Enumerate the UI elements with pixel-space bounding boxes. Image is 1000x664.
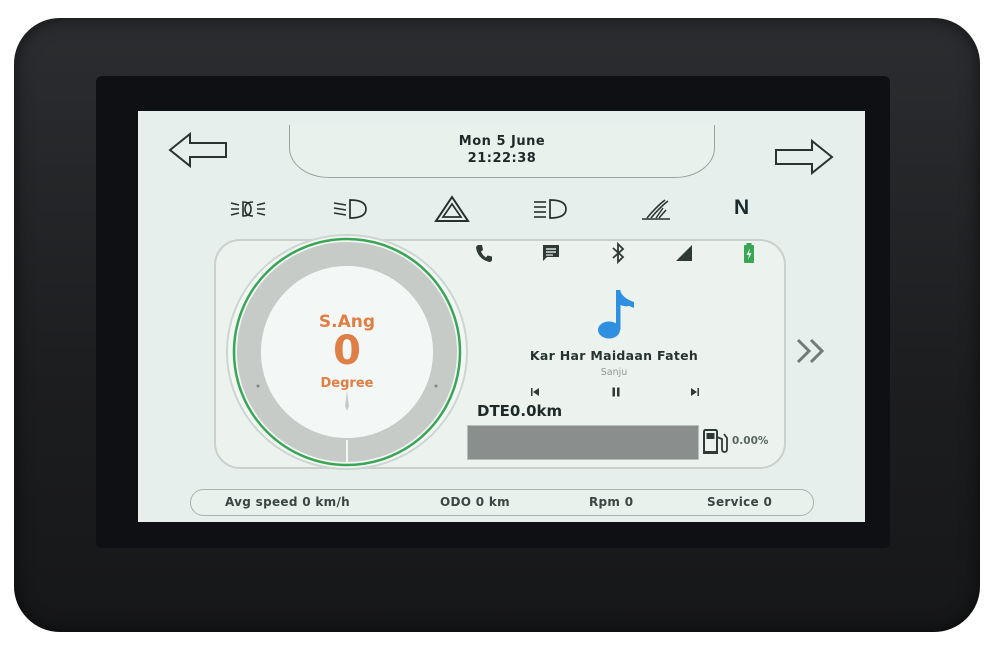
datetime-panel: Mon 5 June 21:22:38 — [289, 125, 715, 178]
dashboard-screen: Mon 5 June 21:22:38 N S.Ang 0 Degree Kar… — [138, 111, 865, 522]
steering-angle-unit: Degree — [320, 376, 374, 391]
fuel-pump-icon — [701, 427, 731, 461]
hazard-icon — [432, 195, 472, 223]
steering-angle-value: 0 — [333, 328, 361, 374]
date-text: Mon 5 June — [458, 134, 546, 149]
time-text: 21:22:38 — [467, 151, 537, 166]
double-chevron-right-icon[interactable] — [794, 336, 832, 370]
steering-angle-gauge: S.Ang 0 Degree — [226, 234, 468, 470]
high-beam-icon — [531, 195, 571, 223]
battery-icon — [736, 240, 762, 266]
fuel-percent: 0.00% — [732, 435, 769, 447]
low-beam-icon — [331, 195, 371, 223]
service-stat: Service 0 — [707, 495, 773, 509]
bluetooth-icon[interactable] — [605, 240, 631, 266]
odometer-stat: ODO 0 km — [440, 495, 510, 509]
side-stand-icon — [636, 195, 676, 223]
avg-speed-stat: Avg speed 0 km/h — [225, 495, 350, 509]
previous-track-icon[interactable] — [525, 382, 545, 402]
next-page-arrow-icon[interactable] — [770, 137, 836, 177]
music-note-icon — [594, 286, 638, 346]
prev-page-arrow-icon[interactable] — [166, 130, 232, 170]
parking-light-icon — [228, 195, 268, 223]
song-artist: Sanju — [600, 367, 628, 378]
signal-icon — [671, 240, 697, 266]
trip-stats-bar: Avg speed 0 km/h ODO 0 km Rpm 0 Service … — [190, 489, 814, 516]
fuel-level-fill — [468, 426, 698, 459]
song-title: Kar Har Maidaan Fateh — [529, 348, 699, 363]
fuel-level-bar — [467, 425, 699, 460]
phone-icon[interactable] — [471, 240, 497, 266]
message-icon[interactable] — [538, 240, 564, 266]
rpm-stat: Rpm 0 — [589, 495, 634, 509]
pause-icon[interactable] — [606, 382, 626, 402]
gear-indicator: N — [734, 196, 750, 219]
dte-text: DTE0.0km — [477, 402, 563, 420]
next-track-icon[interactable] — [685, 382, 705, 402]
